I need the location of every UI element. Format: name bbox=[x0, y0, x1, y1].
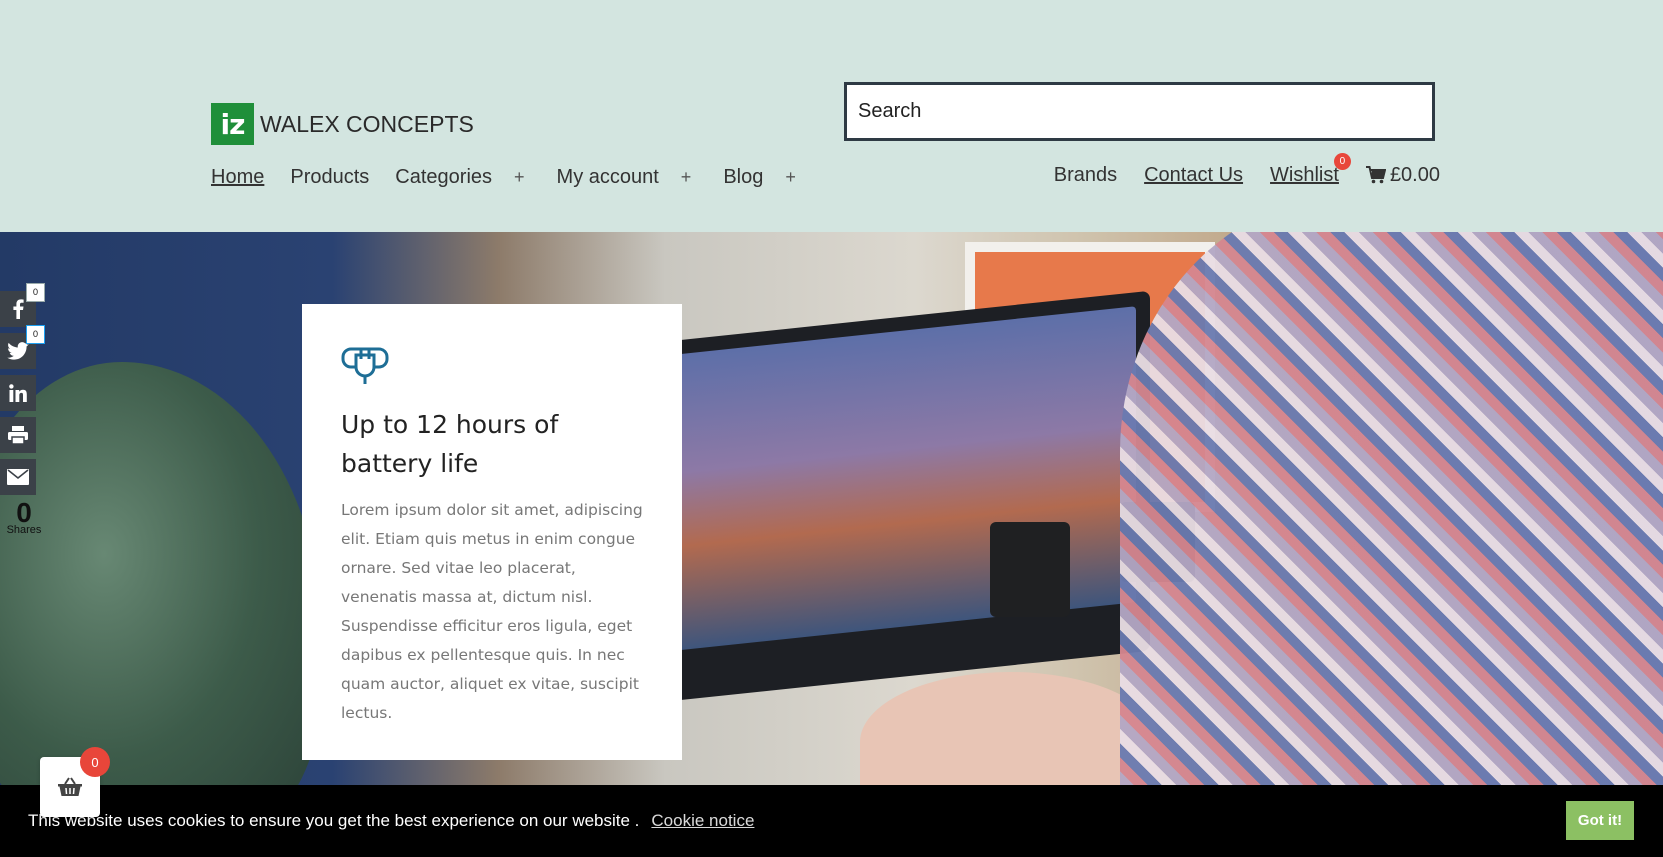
blog-expand-icon[interactable]: + bbox=[785, 167, 796, 188]
twitter-share-button[interactable]: 0 bbox=[0, 325, 45, 369]
hero-plant-decor bbox=[0, 362, 320, 785]
facebook-icon bbox=[13, 299, 24, 319]
cookie-notice-link[interactable]: Cookie notice bbox=[651, 811, 754, 831]
plug-icon bbox=[341, 347, 389, 384]
wishlist-link-wrap: Wishlist 0 bbox=[1270, 152, 1351, 187]
hero-laptop-decor bbox=[650, 290, 1150, 704]
twitter-share-count: 0 bbox=[26, 325, 45, 344]
social-share-bar: 0 0 bbox=[0, 283, 45, 501]
cookie-message-wrap: This website uses cookies to ensure you … bbox=[28, 785, 754, 857]
hero-banner bbox=[0, 232, 1663, 785]
total-shares-label: Shares bbox=[6, 524, 42, 536]
nav-contact-us[interactable]: Contact Us bbox=[1144, 164, 1243, 187]
nav-wishlist[interactable]: Wishlist bbox=[1270, 164, 1339, 186]
categories-expand-icon[interactable]: + bbox=[514, 167, 525, 188]
linkedin-share-button[interactable] bbox=[0, 375, 36, 411]
cart-link[interactable]: £0.00 bbox=[1365, 163, 1440, 187]
logo-text: WALEX CONCEPTS bbox=[260, 110, 474, 137]
search-box bbox=[844, 82, 1435, 141]
site-logo[interactable]: iz WALEX CONCEPTS bbox=[211, 103, 474, 145]
cart-icon bbox=[1365, 166, 1386, 184]
print-button[interactable] bbox=[0, 417, 36, 453]
facebook-share-button[interactable]: 0 bbox=[0, 283, 45, 327]
feature-body: Lorem ipsum dolor sit amet, adipiscing e… bbox=[341, 501, 643, 722]
facebook-share-count: 0 bbox=[26, 283, 45, 302]
my-account-expand-icon[interactable]: + bbox=[681, 167, 692, 188]
hero-lens-decor bbox=[990, 522, 1070, 617]
nav-categories[interactable]: Categories bbox=[395, 166, 492, 189]
secondary-nav: Brands Contact Us Wishlist 0 £0.00 bbox=[1027, 152, 1440, 190]
cart-total: £0.00 bbox=[1389, 163, 1440, 186]
feature-title: Up to 12 hours of battery life bbox=[341, 410, 559, 478]
envelope-icon bbox=[7, 469, 29, 485]
email-share-button[interactable] bbox=[0, 459, 36, 495]
basket-icon bbox=[58, 777, 82, 796]
cookie-consent-bar: This website uses cookies to ensure you … bbox=[0, 785, 1663, 857]
nav-products[interactable]: Products bbox=[290, 166, 369, 189]
linkedin-icon bbox=[9, 384, 27, 402]
wishlist-count-badge: 0 bbox=[1333, 152, 1351, 170]
basket-count-badge: 0 bbox=[80, 747, 110, 777]
nav-my-account[interactable]: My account bbox=[557, 166, 659, 189]
nav-brands[interactable]: Brands bbox=[1054, 164, 1117, 187]
cookie-accept-button[interactable]: Got it! bbox=[1566, 801, 1634, 840]
total-shares-count: 0 bbox=[16, 497, 32, 528]
search-input[interactable] bbox=[847, 85, 1432, 138]
hero-person-decor bbox=[1120, 232, 1663, 785]
hero-hand-decor bbox=[860, 672, 1160, 785]
feature-card: Up to 12 hours of battery life Lorem ips… bbox=[302, 304, 682, 760]
twitter-icon bbox=[7, 342, 29, 360]
total-shares: 0 Shares bbox=[0, 497, 48, 537]
printer-icon bbox=[8, 426, 28, 444]
logo-mark: iz bbox=[211, 103, 254, 145]
site-header: iz WALEX CONCEPTS Home Products Categori… bbox=[0, 0, 1663, 232]
cookie-message: This website uses cookies to ensure you … bbox=[28, 811, 640, 830]
main-nav: Home Products Categories + My account + … bbox=[211, 160, 828, 194]
nav-blog[interactable]: Blog bbox=[723, 166, 763, 189]
nav-home[interactable]: Home bbox=[211, 166, 264, 189]
